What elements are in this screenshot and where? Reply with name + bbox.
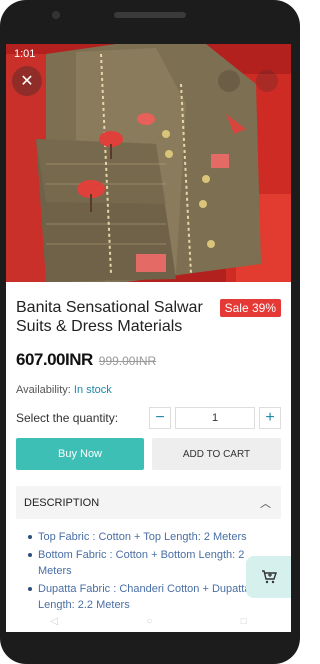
quantity-input[interactable]	[175, 407, 255, 429]
availability: Availability: In stock	[16, 384, 281, 396]
close-icon[interactable]: ✕	[12, 66, 42, 96]
action-buttons: Buy Now ADD TO CART	[16, 438, 281, 470]
description-accordion-header[interactable]: DESCRIPTION ︿	[16, 486, 281, 519]
quantity-row: Select the quantity: − +	[16, 406, 281, 430]
sale-badge: Sale 39%	[219, 299, 281, 317]
description-heading: DESCRIPTION	[24, 496, 100, 509]
decrease-quantity-button[interactable]: −	[149, 407, 171, 429]
product-title: Banita Sensational Salwar Suits & Dress …	[16, 299, 203, 335]
quantity-label: Select the quantity:	[16, 411, 119, 425]
recents-nav-icon[interactable]: □	[241, 616, 247, 627]
earpiece-speaker	[114, 12, 186, 18]
share-icon[interactable]	[256, 70, 278, 92]
product-photo	[6, 44, 291, 282]
add-cart-icon	[261, 570, 277, 584]
wishlist-icon[interactable]	[218, 70, 240, 92]
title-row: Banita Sensational Salwar Suits & Dress …	[16, 298, 281, 338]
chevron-up-icon: ︿	[260, 497, 271, 510]
product-image[interactable]: 1:01 ✕	[6, 44, 291, 282]
add-to-cart-button[interactable]: ADD TO CART	[152, 438, 281, 470]
description-list: Top Fabric : Cotton + Top Length: 2 Mete…	[16, 529, 281, 613]
home-nav-icon[interactable]: ○	[146, 616, 152, 627]
front-camera	[52, 11, 60, 19]
quantity-stepper: − +	[149, 407, 281, 429]
list-item: Dupatta Fabric : Chanderi Cotton + Dupat…	[28, 581, 281, 613]
phone-frame: 1:01 ✕ Banita Sensational Salwar Suits &…	[0, 0, 300, 664]
original-price: 999.00INR	[98, 354, 157, 368]
status-time: 1:01	[14, 48, 36, 60]
list-item: Bottom Fabric : Cotton + Bottom Length: …	[28, 547, 281, 579]
system-nav-bar: ◁ ○ □	[6, 610, 291, 632]
buy-now-button[interactable]: Buy Now	[16, 438, 144, 470]
current-price: 607.00INR	[16, 350, 93, 369]
availability-label: Availability:	[16, 384, 71, 396]
back-nav-icon[interactable]: ◁	[50, 616, 58, 627]
app-screen: 1:01 ✕ Banita Sensational Salwar Suits &…	[6, 44, 291, 632]
list-item: Top Fabric : Cotton + Top Length: 2 Mete…	[28, 529, 281, 545]
increase-quantity-button[interactable]: +	[259, 407, 281, 429]
floating-cart-button[interactable]	[246, 556, 291, 598]
availability-status: In stock	[73, 384, 112, 396]
price-row: 607.00INR 999.00INR	[16, 350, 281, 370]
